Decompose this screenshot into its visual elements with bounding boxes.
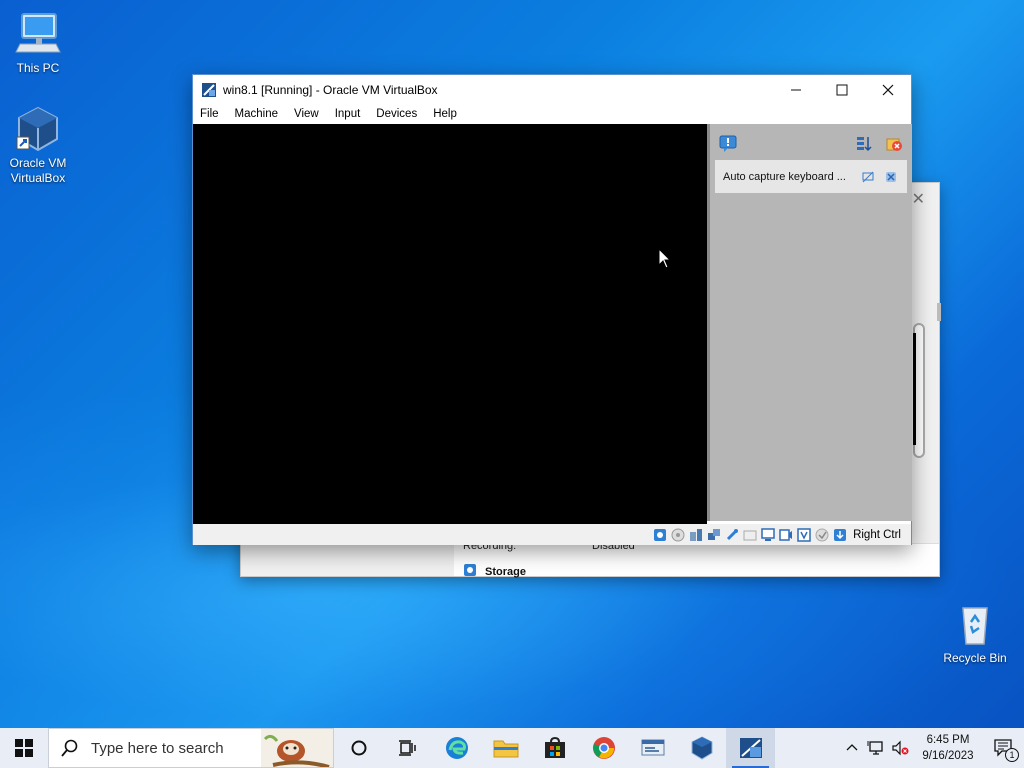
clock-time: 6:45 PM [926,734,970,746]
microsoft-store-icon [544,736,565,758]
taskbar-file-explorer[interactable] [481,728,530,768]
mouse-cursor-icon [658,247,672,273]
title-bar[interactable]: win8.1 [Running] - Oracle VM VirtualBox [193,75,911,104]
network-window-icon [641,739,664,756]
network-icon[interactable] [706,527,722,543]
edge-icon [445,737,468,759]
close-icon [882,84,894,95]
taskbar-win81-vm[interactable] [726,728,775,768]
search-icon [61,739,78,757]
taskbar-cortana[interactable] [334,728,383,768]
virtualbox-icon [691,736,712,760]
status-bar: Right Ctrl [193,524,911,545]
windows-logo-icon [15,739,33,757]
desktop-icon-label: This PC [16,61,60,75]
taskbar-chrome[interactable] [579,728,628,768]
network-status-icon [867,741,883,755]
desktop-icon-label: Oracle VM VirtualBox [9,156,67,185]
usb-icon[interactable] [724,527,740,543]
minimize-button[interactable] [773,75,819,104]
menu-machine[interactable]: Machine [235,108,278,120]
details-pane [454,543,939,576]
audio-icon[interactable] [688,527,704,543]
storage-icon [463,563,477,580]
display-icon[interactable] [760,527,776,543]
preview-screen [913,333,916,445]
show-hidden-icons-button[interactable] [840,728,864,768]
chrome-icon [592,737,615,759]
host-key-label: Right Ctrl [853,528,901,541]
cpu-icon[interactable] [796,527,812,543]
menu-help[interactable]: Help [433,108,457,120]
desktop-icon-recycle-bin[interactable]: Recycle Bin [939,600,1011,666]
search-box[interactable]: Type here to search [48,728,334,768]
minimize-icon [791,89,801,90]
maximize-icon [836,84,848,95]
chevron-up-icon [846,744,858,751]
close-button[interactable] [865,75,911,104]
desktop-icon-this-pc[interactable]: This PC [2,10,74,76]
tray-volume[interactable] [888,728,912,768]
recording-icon[interactable] [778,527,794,543]
hard-disk-icon[interactable] [652,527,668,543]
vm-display[interactable] [193,124,707,524]
task-view-icon [398,740,416,756]
section-title: Storage [485,565,526,578]
virtualbox-icon [201,82,217,98]
start-button[interactable] [0,728,48,768]
close-icon[interactable]: ✕ [912,189,925,209]
notification-text: Auto capture keyboard ... [723,170,846,183]
taskbar-edge[interactable] [432,728,481,768]
notification-card[interactable]: Auto capture keyboard ... [715,160,907,193]
cortana-icon [351,740,366,756]
taskbar-task-view[interactable] [383,728,432,768]
tray-network[interactable] [864,728,888,768]
notification-count-badge: 1 [1005,748,1019,762]
search-highlight-image [261,729,333,767]
taskbar: Type here to search 6:45 PM 9/16/2023 1 [0,728,1024,768]
mouse-integration-icon[interactable] [814,527,830,543]
clear-all-icon[interactable] [884,134,904,154]
sort-icon[interactable] [854,134,874,154]
taskbar-clock[interactable]: 6:45 PM 9/16/2023 [912,732,984,764]
computer-icon [14,10,62,58]
desktop-icon-virtualbox[interactable]: Oracle VM VirtualBox [2,105,74,186]
desktop-icon-label: Recycle Bin [943,651,1007,665]
dont-show-again-icon[interactable] [861,170,875,184]
menu-input[interactable]: Input [335,108,361,120]
menu-bar: File Machine View Input Devices Help [193,104,911,124]
notification-center-icon[interactable] [718,134,738,154]
keyboard-capture-icon[interactable] [832,527,848,543]
menu-file[interactable]: File [200,108,219,120]
scrollbar-thumb[interactable] [937,303,941,321]
menu-devices[interactable]: Devices [376,108,417,120]
vm-window[interactable]: win8.1 [Running] - Oracle VM VirtualBox … [192,74,912,545]
taskbar-network-window[interactable] [628,728,677,768]
recycle-bin-icon [951,600,999,648]
clock-date: 9/16/2023 [922,750,974,762]
notification-center: Auto capture keyboard ... [707,124,912,521]
maximize-button[interactable] [819,75,865,104]
win81-vm-icon [739,738,762,758]
dismiss-icon[interactable] [884,170,898,184]
volume-muted-icon [892,740,909,756]
taskbar-virtualbox[interactable] [677,728,726,768]
action-center-button[interactable]: 1 [984,728,1024,768]
virtualbox-icon [14,105,62,153]
file-explorer-icon [493,740,518,758]
shared-folders-icon[interactable] [742,527,758,543]
optical-drive-icon[interactable] [670,527,686,543]
system-tray: 6:45 PM 9/16/2023 1 [840,728,1024,768]
search-placeholder: Type here to search [91,739,224,757]
details-section-storage[interactable]: Storage [463,563,526,580]
window-title: win8.1 [Running] - Oracle VM VirtualBox [223,82,438,97]
taskbar-microsoft-store[interactable] [530,728,579,768]
menu-view[interactable]: View [294,108,319,120]
